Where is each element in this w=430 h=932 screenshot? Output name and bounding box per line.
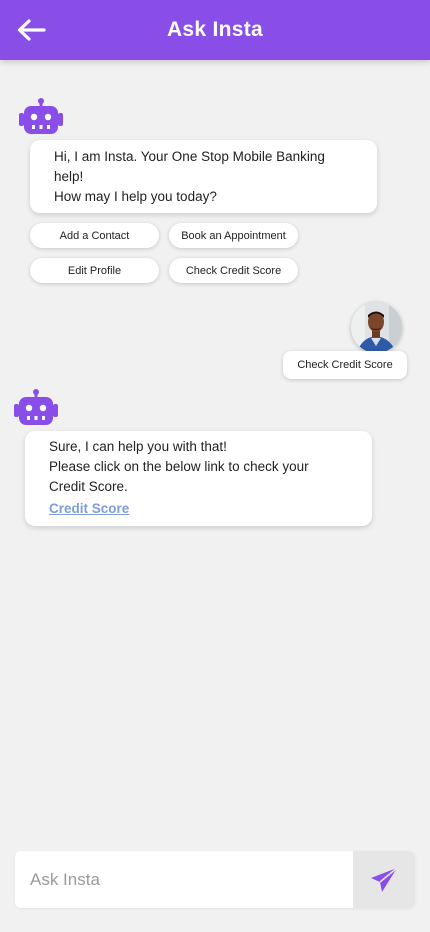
bot-message: Sure, I can help you with that! Please c… <box>25 431 372 526</box>
message-line: Sure, I can help you with that! <box>49 439 227 454</box>
send-icon <box>371 866 398 892</box>
page-title: Ask Insta <box>166 18 264 41</box>
message-composer <box>15 851 415 908</box>
message-input[interactable] <box>15 851 353 908</box>
app-header: Ask Insta <box>0 0 430 60</box>
user-avatar <box>351 302 402 353</box>
bot-message: Hi, I am Insta. Your One Stop Mobile Ban… <box>30 140 377 213</box>
send-button[interactable] <box>353 851 415 908</box>
message-line: help! <box>54 169 84 184</box>
quick-reply-check-credit-score[interactable]: Check Credit Score <box>169 258 298 283</box>
quick-reply-book-appointment[interactable]: Book an Appointment <box>169 223 298 248</box>
arrow-left-icon <box>17 19 46 41</box>
quick-reply-edit-profile[interactable]: Edit Profile <box>30 258 159 283</box>
user-message: Check Credit Score <box>283 351 407 379</box>
bot-avatar-icon <box>19 98 63 134</box>
message-line: Credit Score. <box>49 479 128 494</box>
quick-reply-add-contact[interactable]: Add a Contact <box>30 223 159 248</box>
message-line: How may I help you today? <box>54 189 217 204</box>
bot-avatar-icon <box>14 389 58 425</box>
back-button[interactable] <box>14 14 48 46</box>
credit-score-link[interactable]: Credit Score <box>49 499 348 519</box>
message-line: Please click on the below link to check … <box>49 459 309 474</box>
message-line: Hi, I am Insta. Your One Stop Mobile Ban… <box>54 149 325 164</box>
